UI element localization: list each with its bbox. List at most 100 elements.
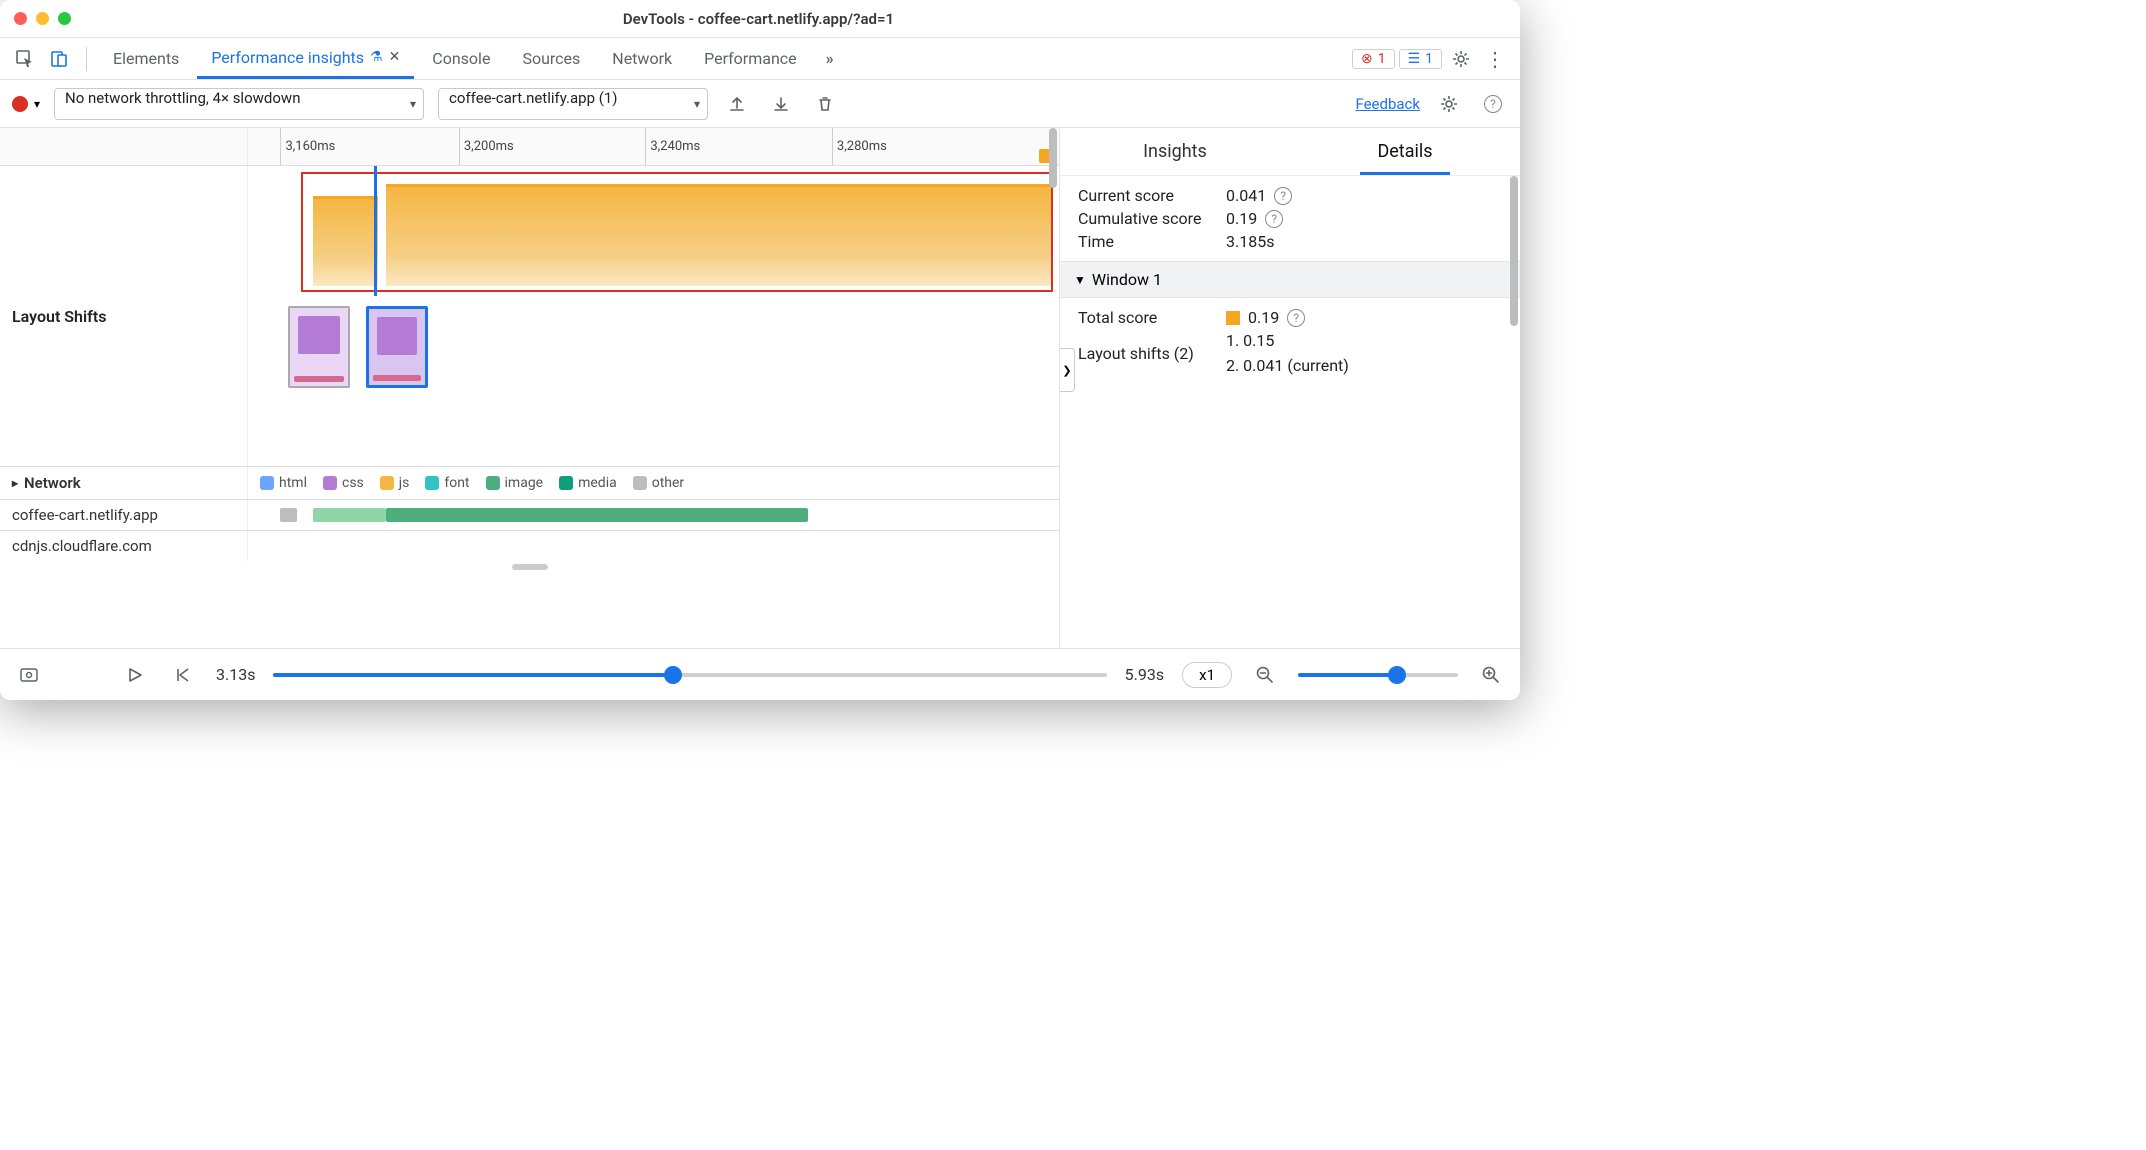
help-icon[interactable]: ? bbox=[1265, 210, 1283, 228]
zoom-in-icon[interactable] bbox=[1476, 660, 1506, 690]
tab-label: Sources bbox=[522, 49, 580, 68]
help-icon[interactable]: ? bbox=[1478, 89, 1508, 119]
inspect-element-icon[interactable] bbox=[10, 44, 40, 74]
devtools-window: DevTools - coffee-cart.netlify.app/?ad=1… bbox=[0, 0, 1520, 700]
tab-details[interactable]: Details bbox=[1290, 128, 1520, 175]
legend-html: html bbox=[279, 475, 307, 491]
import-icon[interactable] bbox=[766, 89, 796, 119]
layout-shifts-row: Layout Shifts bbox=[0, 166, 1059, 467]
tab-insights[interactable]: Insights bbox=[1060, 128, 1290, 175]
details-kv: Current score 0.041? Cumulative score 0.… bbox=[1060, 176, 1520, 261]
network-host-row: coffee-cart.netlify.app bbox=[0, 500, 1059, 531]
time-slider[interactable] bbox=[273, 663, 1106, 687]
error-icon: ⊗ bbox=[1361, 51, 1373, 67]
details-scrollbar[interactable] bbox=[1508, 128, 1518, 648]
main-area: 3,160ms 3,200ms 3,240ms 3,280ms Layout S… bbox=[0, 128, 1520, 648]
play-button[interactable] bbox=[120, 660, 150, 690]
device-toolbar-icon[interactable] bbox=[44, 44, 74, 74]
score-swatch-icon bbox=[1226, 311, 1240, 325]
tab-sources[interactable]: Sources bbox=[508, 38, 594, 79]
tab-label: Performance bbox=[704, 49, 797, 68]
error-badge[interactable]: ⊗ 1 bbox=[1352, 49, 1395, 69]
current-score-value: 0.041 bbox=[1226, 186, 1266, 205]
tick-label: 3,160ms bbox=[285, 139, 335, 154]
kebab-menu-icon[interactable]: ⋮ bbox=[1480, 44, 1510, 74]
tick-label: 3,240ms bbox=[650, 139, 700, 154]
network-label: Network bbox=[24, 474, 81, 492]
cumulative-score-value: 0.19 bbox=[1226, 209, 1257, 228]
throttling-select[interactable]: No network throttling, 4× slowdown bbox=[54, 88, 424, 120]
total-score-label: Total score bbox=[1078, 308, 1218, 327]
zoom-slider[interactable] bbox=[1298, 663, 1458, 687]
close-window-button[interactable] bbox=[14, 12, 27, 25]
time-label: Time bbox=[1078, 232, 1218, 251]
more-tabs-icon[interactable]: » bbox=[815, 44, 845, 74]
playhead-line[interactable] bbox=[374, 166, 377, 296]
legend-other: other bbox=[652, 475, 684, 491]
rewind-button[interactable] bbox=[168, 660, 198, 690]
timeline-player: 3.13s 5.93s x1 bbox=[0, 648, 1520, 700]
layout-shifts-track[interactable] bbox=[248, 166, 1059, 466]
feedback-link[interactable]: Feedback bbox=[1355, 95, 1420, 113]
help-icon[interactable]: ? bbox=[1287, 309, 1305, 327]
error-count: 1 bbox=[1378, 51, 1386, 67]
tab-console[interactable]: Console bbox=[418, 38, 504, 79]
window-section-label: Window 1 bbox=[1092, 270, 1162, 289]
export-icon[interactable] bbox=[722, 89, 752, 119]
panel-settings-icon[interactable] bbox=[1434, 89, 1464, 119]
expand-icon[interactable]: ▸ bbox=[12, 476, 18, 490]
player-start-time: 3.13s bbox=[216, 665, 255, 684]
record-dropdown-icon[interactable]: ▾ bbox=[34, 97, 40, 111]
timeline-scrollbar[interactable] bbox=[1047, 128, 1057, 648]
window-section-header[interactable]: ▼ Window 1 bbox=[1060, 261, 1520, 298]
ruler-ticks[interactable]: 3,160ms 3,200ms 3,240ms 3,280ms bbox=[248, 128, 1059, 165]
expand-sidepanel-icon[interactable]: ❯ bbox=[1060, 348, 1075, 392]
layout-shift-item[interactable]: 1. 0.15 bbox=[1226, 331, 1274, 350]
issues-icon: ☰ bbox=[1408, 51, 1421, 67]
record-button[interactable] bbox=[12, 96, 28, 112]
legend-font: font bbox=[444, 475, 469, 491]
tab-label: Elements bbox=[113, 49, 179, 68]
delete-icon[interactable] bbox=[810, 89, 840, 119]
recording-select[interactable]: coffee-cart.netlify.app (1) bbox=[438, 88, 708, 120]
layout-shifts-count-label: Layout shifts (2) bbox=[1078, 344, 1218, 363]
tab-label: Performance insights bbox=[211, 48, 364, 67]
legend-js: js bbox=[399, 475, 410, 491]
collapse-icon[interactable]: ▼ bbox=[1074, 273, 1086, 287]
tab-performance-insights[interactable]: Performance insights ⚗ ✕ bbox=[197, 38, 414, 79]
timeline-pane: 3,160ms 3,200ms 3,240ms 3,280ms Layout S… bbox=[0, 128, 1060, 648]
tab-performance[interactable]: Performance bbox=[690, 38, 811, 79]
tab-label: Console bbox=[432, 49, 490, 68]
issues-badge[interactable]: ☰ 1 bbox=[1399, 49, 1442, 69]
settings-gear-icon[interactable] bbox=[1446, 44, 1476, 74]
resize-handle[interactable] bbox=[0, 561, 1059, 573]
tab-elements[interactable]: Elements bbox=[99, 38, 193, 79]
cls-window-box bbox=[301, 172, 1053, 292]
throttling-value: No network throttling, 4× slowdown bbox=[65, 89, 300, 107]
insights-tab-label: Insights bbox=[1143, 141, 1207, 162]
tab-network[interactable]: Network bbox=[598, 38, 686, 79]
preview-toggle-icon[interactable] bbox=[14, 660, 44, 690]
screenshot-thumb-selected[interactable] bbox=[366, 306, 428, 388]
tab-label: Network bbox=[612, 49, 672, 68]
window-title: DevTools - coffee-cart.netlify.app/?ad=1 bbox=[71, 10, 1446, 28]
network-header-row: ▸Network html css js font image media ot… bbox=[0, 467, 1059, 500]
player-end-time: 5.93s bbox=[1125, 665, 1164, 684]
total-score-value: 0.19 bbox=[1248, 308, 1279, 327]
zoom-text: x1 bbox=[1199, 666, 1215, 684]
screenshot-thumb[interactable] bbox=[288, 306, 350, 388]
zoom-value[interactable]: x1 bbox=[1182, 662, 1232, 688]
legend-media: media bbox=[578, 475, 617, 491]
network-bar-track[interactable] bbox=[248, 500, 1059, 530]
issues-count: 1 bbox=[1425, 51, 1433, 67]
close-tab-icon[interactable]: ✕ bbox=[389, 49, 401, 65]
host-label: coffee-cart.netlify.app bbox=[12, 506, 158, 524]
help-icon[interactable]: ? bbox=[1274, 187, 1292, 205]
layout-shift-item[interactable]: 2. 0.041 (current) bbox=[1226, 356, 1349, 375]
details-tab-label: Details bbox=[1377, 141, 1432, 162]
details-tabs: Insights Details bbox=[1060, 128, 1520, 176]
maximize-window-button[interactable] bbox=[58, 12, 71, 25]
zoom-out-icon[interactable] bbox=[1250, 660, 1280, 690]
minimize-window-button[interactable] bbox=[36, 12, 49, 25]
window-section-body: Total score 0.19? Layout shifts (2) 1. 0… bbox=[1060, 298, 1520, 385]
